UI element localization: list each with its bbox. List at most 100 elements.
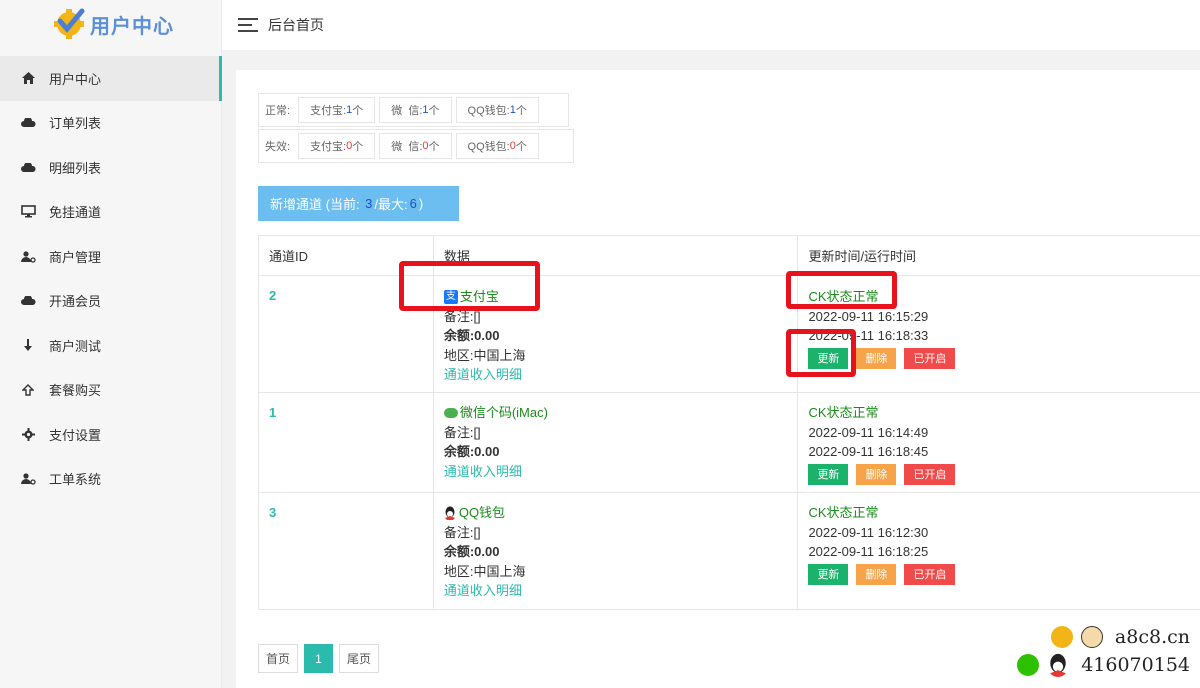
channel-balance: 余额:0.00 <box>443 328 500 343</box>
ck-status: CK状态正常 <box>808 405 879 420</box>
last-page-button[interactable]: 尾页 <box>339 644 380 673</box>
stat-chip-qq: QQ钱包: 1 个 <box>455 97 539 123</box>
ck-status: CK状态正常 <box>808 505 879 520</box>
channel-note: 备注:[] <box>443 524 481 540</box>
sidebar: 用户中心 用户中心 订单列表 明细列表 免挂通道 商户管理 开通会员 商户测试 … <box>0 0 222 688</box>
sidebar-item-membership[interactable]: 开通会员 <box>0 279 221 324</box>
channel-region: 地区:中国上海 <box>443 563 526 579</box>
channel-region: 地区:中国上海 <box>443 347 526 363</box>
channel-balance: 余额:0.00 <box>443 544 500 559</box>
channel-id: 2 <box>269 288 277 303</box>
update-button[interactable]: 更新 <box>808 463 849 485</box>
brand-title: 用户中心 <box>90 15 174 38</box>
watermark-qq-text: 416070154 <box>1081 654 1190 676</box>
stat-name: 微 信: <box>391 141 423 153</box>
income-detail-link[interactable]: 通道收入明细 <box>444 462 788 482</box>
column-header-time: 更新时间/运行时间 <box>808 249 917 264</box>
updated-time: 2022-09-11 16:14:49 <box>808 424 929 440</box>
channel-balance: 余额:0.00 <box>443 444 500 459</box>
add-channel-button[interactable]: 新增通道 (当前: 3/最大: 6) <box>258 186 459 221</box>
cloud-icon <box>20 293 36 309</box>
sidebar-item-packages[interactable]: 套餐购买 <box>0 368 221 413</box>
top-header: 后台首页 <box>222 0 1200 50</box>
table-row: 3 QQ钱包 备注:[] 余额:0.00 地区:中国上海 通道收入明细 CK状态… <box>259 493 1200 610</box>
sidebar-item-label: 免挂通道 <box>49 205 102 221</box>
arrow-up-icon <box>20 382 36 398</box>
stat-unit: 个 <box>428 105 440 117</box>
current-page-button[interactable]: 1 <box>304 644 334 673</box>
stat-chip-qq: QQ钱包: 0 个 <box>455 133 539 159</box>
sidebar-nav: 用户中心 订单列表 明细列表 免挂通道 商户管理 开通会员 商户测试 套餐购买 <box>0 56 222 502</box>
brand-logo[interactable]: 用户中心 <box>0 0 221 48</box>
stat-chip-alipay: 支付宝: 1 个 <box>298 97 376 123</box>
sidebar-item-merchants[interactable]: 商户管理 <box>0 234 221 279</box>
channel-note: 备注:[] <box>443 424 481 440</box>
channel-name-text: QQ钱包 <box>458 505 506 520</box>
page-title: 后台首页 <box>268 17 324 33</box>
channel-id: 3 <box>269 505 277 520</box>
delete-button[interactable]: 删除 <box>856 347 897 369</box>
add-channel-prefix: 新增通道 (当前: <box>270 197 364 212</box>
stat-name: 支付宝: <box>310 141 347 153</box>
income-detail-link[interactable]: 通道收入明细 <box>444 581 788 601</box>
monitor-icon <box>20 204 36 220</box>
sidebar-item-user-center[interactable]: 用户中心 <box>0 56 222 101</box>
updated-time: 2022-09-11 16:12:30 <box>808 524 929 540</box>
enabled-toggle-button[interactable]: 已开启 <box>904 563 956 585</box>
sidebar-item-label: 开通会员 <box>49 294 102 310</box>
running-time: 2022-09-11 16:18:25 <box>808 544 929 559</box>
sidebar-item-payment-settings[interactable]: 支付设置 <box>0 412 221 457</box>
channel-name: 微信个码(iMac) <box>443 403 788 423</box>
sidebar-item-label: 明细列表 <box>49 160 102 176</box>
menu-toggle-icon[interactable] <box>238 18 258 32</box>
highlight-box-status <box>786 271 897 309</box>
sidebar-item-channels[interactable]: 免挂通道 <box>0 190 221 235</box>
qq-icon <box>1049 653 1067 677</box>
delete-button[interactable]: 删除 <box>856 563 897 585</box>
stats-normal-label: 正常: <box>265 105 291 117</box>
sidebar-item-merchant-test[interactable]: 商户测试 <box>0 323 221 368</box>
first-page-button[interactable]: 首页 <box>258 644 299 673</box>
stat-unit: 个 <box>515 141 527 153</box>
logo-check-icon <box>54 8 85 39</box>
running-time: 2022-09-11 16:18:33 <box>808 328 929 343</box>
stats-failed: 失效: 支付宝: 0 个 微 信: 0 个 QQ钱包: 0 个 <box>258 129 574 163</box>
row-actions: 更新 删除 已开启 <box>808 347 1190 369</box>
highlight-box-channel <box>399 261 540 311</box>
sidebar-item-label: 套餐购买 <box>49 383 102 399</box>
add-channel-current: 3 <box>365 196 373 211</box>
watermark-logo-icon <box>1050 626 1073 648</box>
arrow-down-icon <box>20 337 36 353</box>
channel-id: 1 <box>269 405 277 420</box>
sidebar-item-label: 商户测试 <box>49 338 102 354</box>
stat-name: 支付宝: <box>310 105 347 117</box>
qq-icon <box>444 506 455 520</box>
wechat-icon <box>1017 654 1040 676</box>
stat-unit: 个 <box>352 105 364 117</box>
cloud-icon <box>20 115 36 131</box>
stat-unit: 个 <box>515 105 527 117</box>
pagination: 首页 1 尾页 <box>258 644 380 673</box>
stat-unit: 个 <box>428 141 440 153</box>
stats-failed-label: 失效: <box>265 141 291 153</box>
updated-time: 2022-09-11 16:15:29 <box>808 308 929 324</box>
enabled-toggle-button[interactable]: 已开启 <box>904 463 956 485</box>
enabled-toggle-button[interactable]: 已开启 <box>904 347 956 369</box>
channel-name-text: 微信个码(iMac) <box>459 405 548 420</box>
sidebar-item-label: 工单系统 <box>49 472 102 488</box>
watermark-site-text: a8c8.cn <box>1114 626 1190 648</box>
stat-chip-alipay: 支付宝: 0 个 <box>298 133 376 159</box>
sidebar-item-details[interactable]: 明细列表 <box>0 145 221 190</box>
income-detail-link[interactable]: 通道收入明细 <box>444 365 788 385</box>
update-button[interactable]: 更新 <box>808 563 849 585</box>
table-row: 1 微信个码(iMac) 备注:[] 余额:0.00 通道收入明细 CK状态正常… <box>259 393 1200 493</box>
sidebar-item-tickets[interactable]: 工单系统 <box>0 457 221 502</box>
gear-icon <box>20 426 36 442</box>
home-icon <box>20 70 36 86</box>
stat-name: QQ钱包: <box>467 105 510 117</box>
delete-button[interactable]: 删除 <box>856 463 897 485</box>
watermark-site: a8c8.cn <box>1050 626 1190 648</box>
stat-chip-wechat: 微 信: 0 个 <box>379 133 452 159</box>
sidebar-item-orders[interactable]: 订单列表 <box>0 101 221 146</box>
add-channel-sep: /最大: <box>374 197 408 212</box>
